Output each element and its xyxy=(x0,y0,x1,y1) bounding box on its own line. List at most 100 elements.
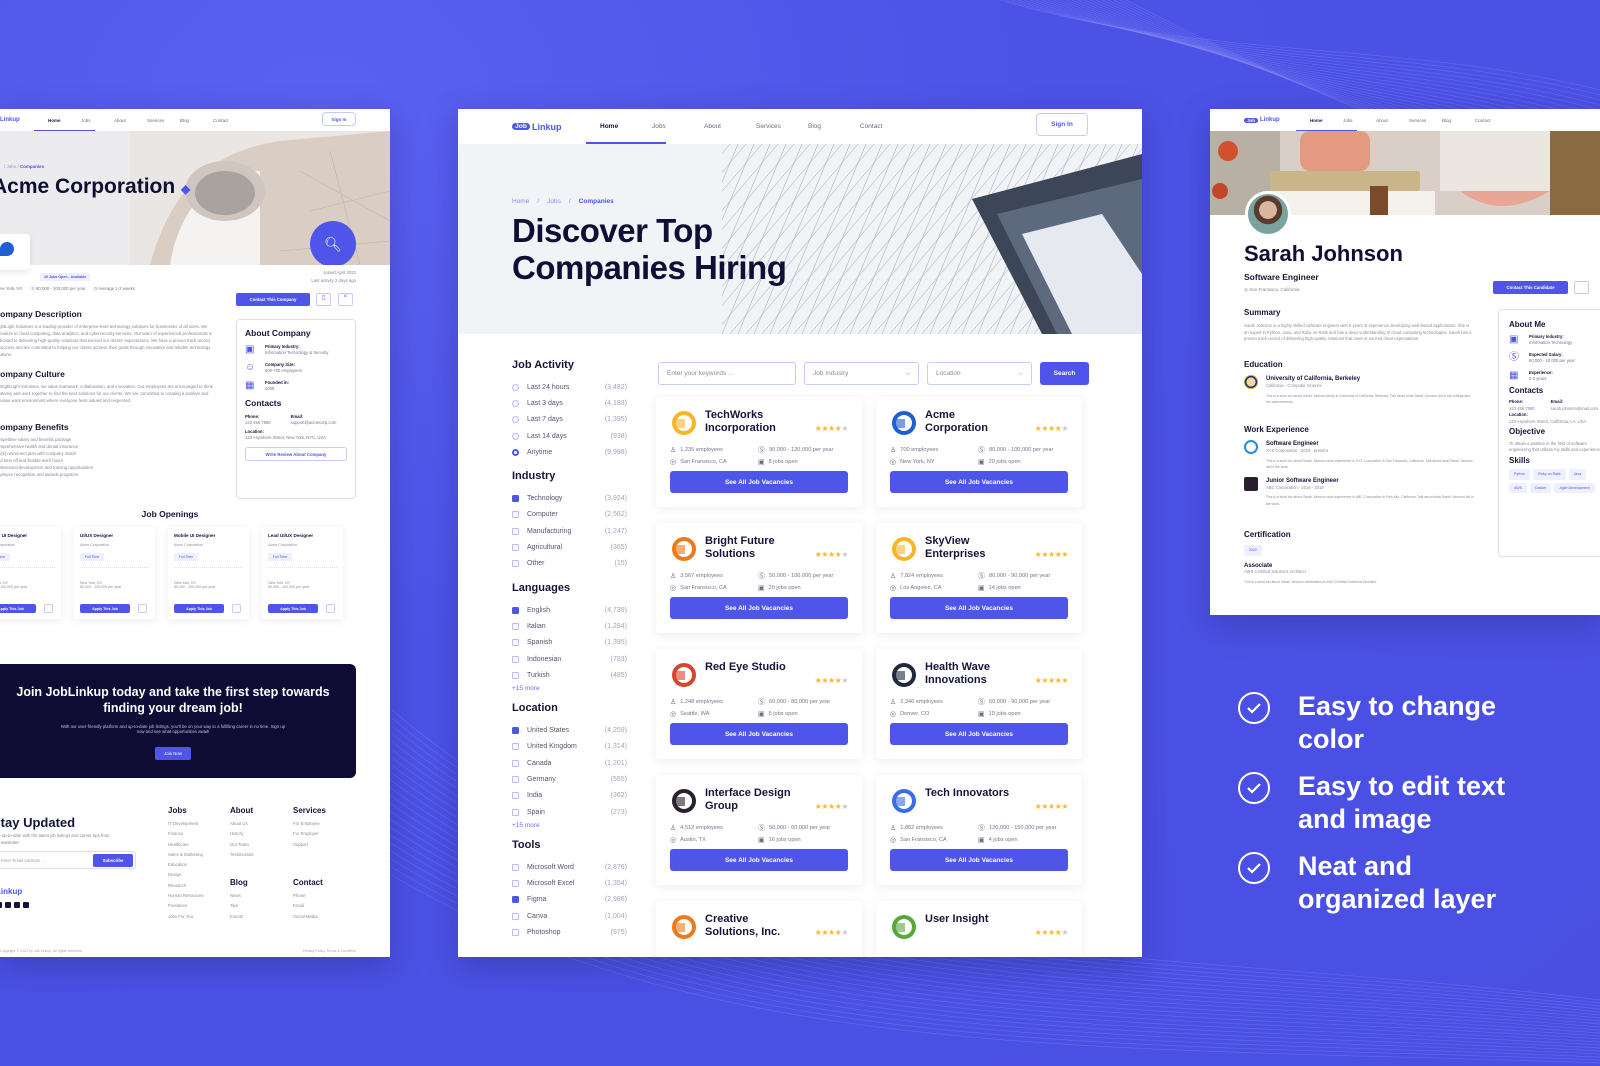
bookmark-button[interactable] xyxy=(232,604,241,613)
apply-job-button[interactable]: Apply This Job xyxy=(0,604,36,613)
footer-link[interactable]: About Us xyxy=(230,819,254,829)
show-more-link[interactable]: +15 more xyxy=(512,685,627,692)
see-all-vacancies-button[interactable]: See All Job Vacancies xyxy=(670,597,848,619)
checkbox-checked[interactable] xyxy=(512,606,519,614)
radio-unchecked[interactable] xyxy=(512,399,519,407)
instagram-icon[interactable] xyxy=(0,902,2,908)
nav-link-about[interactable]: About xyxy=(1376,118,1409,123)
footer-link[interactable]: Our Team xyxy=(230,840,254,850)
facebook-icon[interactable] xyxy=(5,902,11,908)
nav-link-services[interactable]: Services xyxy=(147,118,180,123)
footer-link[interactable]: Phone xyxy=(293,891,323,901)
see-all-vacancies-button[interactable]: See All Job Vacancies xyxy=(890,471,1068,493)
filter-checkbox[interactable]: Photoshop (975) xyxy=(512,924,627,940)
job-title[interactable]: Senior UI Designer xyxy=(0,533,55,538)
radio-unchecked[interactable] xyxy=(512,383,519,391)
nav-link-home[interactable]: Home xyxy=(1296,118,1357,132)
filter-checkbox[interactable]: English (4,739) xyxy=(512,602,627,618)
nav-link-blog[interactable]: Blog xyxy=(1442,118,1475,123)
company-name[interactable]: Acme Corporation xyxy=(925,409,1017,434)
logo[interactable]: Job Linkup xyxy=(512,122,600,132)
job-industry-select[interactable]: Job Industry ⌵ xyxy=(804,362,919,385)
checkbox-unchecked[interactable] xyxy=(512,863,519,871)
checkbox-unchecked[interactable] xyxy=(512,544,519,552)
nav-link-home[interactable]: Home xyxy=(586,123,666,144)
nav-link-blog[interactable]: Blog xyxy=(180,118,213,123)
logo[interactable]: Job Linkup xyxy=(1244,117,1310,123)
company-name[interactable]: Tech Innovators xyxy=(925,787,1017,800)
see-all-vacancies-button[interactable]: See All Job Vacancies xyxy=(670,849,848,871)
apply-job-button[interactable]: Apply This Job xyxy=(268,604,318,613)
apply-job-button[interactable]: Apply This Job xyxy=(174,604,224,613)
checkbox-unchecked[interactable] xyxy=(512,775,519,783)
nav-link-blog[interactable]: Blog xyxy=(808,123,860,130)
footer-link[interactable]: Social Media xyxy=(293,912,323,922)
legal-links[interactable]: Privacy Policy, Terms & Condition xyxy=(303,949,356,953)
checkbox-checked[interactable] xyxy=(512,727,519,735)
company-name[interactable]: TechWorks Incorporation xyxy=(705,409,797,434)
filter-radio[interactable]: Anytime (9,998) xyxy=(512,444,627,460)
filter-checkbox[interactable]: Canva (1,004) xyxy=(512,908,627,924)
radio-checked[interactable] xyxy=(512,448,519,456)
footer-link[interactable]: Education xyxy=(168,860,204,870)
filter-checkbox[interactable]: Agricultural (365) xyxy=(512,539,627,555)
bookmark-button[interactable] xyxy=(44,604,53,613)
checkbox-unchecked[interactable] xyxy=(512,743,519,751)
job-title[interactable]: Mobile UI Designer xyxy=(174,533,243,538)
checkbox-unchecked[interactable] xyxy=(512,622,519,630)
nav-link-jobs[interactable]: Jobs xyxy=(81,118,114,123)
share-button[interactable]: < xyxy=(338,293,353,306)
nav-link-contact[interactable]: Contact xyxy=(213,118,246,123)
footer-link[interactable]: Support xyxy=(293,840,326,850)
filter-checkbox[interactable]: Spain (273) xyxy=(512,804,627,820)
write-review-button[interactable]: Write Review About Company xyxy=(245,447,347,461)
footer-link[interactable]: IT Development xyxy=(168,819,204,829)
see-all-vacancies-button[interactable]: See All Job Vacancies xyxy=(670,471,848,493)
filter-checkbox[interactable]: Figma (2,986) xyxy=(512,892,627,908)
company-name[interactable]: User Insight xyxy=(925,913,1017,926)
nav-link-contact[interactable]: Contact xyxy=(860,123,912,130)
filter-checkbox[interactable]: Canada (1,201) xyxy=(512,755,627,771)
keyword-search-input[interactable]: Enter your keywords ... xyxy=(658,362,796,385)
nav-link-jobs[interactable]: Jobs xyxy=(652,123,704,130)
checkbox-unchecked[interactable] xyxy=(512,792,519,800)
footer-link[interactable]: History xyxy=(230,829,254,839)
nav-link-home[interactable]: Home xyxy=(34,118,95,132)
filter-checkbox[interactable]: Indonesian (783) xyxy=(512,651,627,667)
checkbox-unchecked[interactable] xyxy=(512,511,519,519)
checkbox-unchecked[interactable] xyxy=(512,808,519,816)
checkbox-unchecked[interactable] xyxy=(512,929,519,937)
footer-link[interactable]: Design xyxy=(168,870,204,880)
filter-checkbox[interactable]: United Kingdom (1,314) xyxy=(512,739,627,755)
checkbox-unchecked[interactable] xyxy=(512,639,519,647)
see-all-vacancies-button[interactable]: See All Job Vacancies xyxy=(890,597,1068,619)
location-select[interactable]: Location ⌵ xyxy=(927,362,1032,385)
job-title[interactable]: UI/UX Designer xyxy=(80,533,149,538)
checkbox-unchecked[interactable] xyxy=(512,527,519,535)
filter-checkbox[interactable]: Italian (1,284) xyxy=(512,618,627,634)
filter-radio[interactable]: Last 3 days (4,183) xyxy=(512,395,627,411)
breadcrumb-home[interactable]: Home xyxy=(512,198,529,205)
company-name[interactable]: Health Wave Innovations xyxy=(925,661,1017,686)
pinterest-icon[interactable] xyxy=(23,902,29,908)
sign-in-button[interactable]: Sign In xyxy=(1036,113,1088,136)
radio-unchecked[interactable] xyxy=(512,432,519,440)
filter-radio[interactable]: Last 7 days (1,395) xyxy=(512,412,627,428)
footer-link[interactable]: Research xyxy=(168,881,204,891)
checkbox-unchecked[interactable] xyxy=(512,759,519,767)
filter-checkbox[interactable]: United States (4,259) xyxy=(512,722,627,738)
footer-link[interactable]: Healthcare xyxy=(168,840,204,850)
filter-checkbox[interactable]: Spanish (1,395) xyxy=(512,635,627,651)
nav-link-services[interactable]: Services xyxy=(1409,118,1442,123)
see-all-vacancies-button[interactable]: See All Job Vacancies xyxy=(670,723,848,745)
checkbox-unchecked[interactable] xyxy=(512,655,519,663)
sign-in-button[interactable]: Sign In xyxy=(322,112,356,126)
radio-unchecked[interactable] xyxy=(512,416,519,424)
nav-link-about[interactable]: About xyxy=(704,123,756,130)
filter-checkbox[interactable]: Microsoft Excel (1,354) xyxy=(512,876,627,892)
apply-job-button[interactable]: Apply This Job xyxy=(80,604,130,613)
filter-checkbox[interactable]: India (362) xyxy=(512,788,627,804)
footer-link[interactable]: Events xyxy=(230,912,248,922)
contact-company-button[interactable]: Contact This Company xyxy=(236,293,310,306)
nav-link-services[interactable]: Services xyxy=(756,123,808,130)
